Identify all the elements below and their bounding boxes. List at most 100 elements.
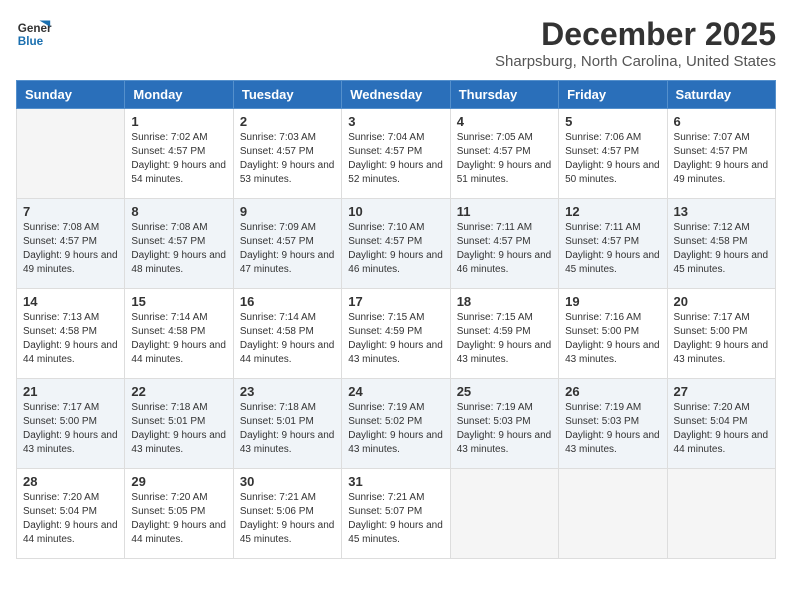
calendar-day-cell: 15 Sunrise: 7:14 AMSunset: 4:58 PMDayligh…	[125, 289, 233, 379]
day-number: 10	[348, 204, 443, 219]
calendar-day-cell: 6 Sunrise: 7:07 AMSunset: 4:57 PMDaylight…	[667, 109, 775, 199]
day-number: 6	[674, 114, 769, 129]
weekday-header: Tuesday	[233, 81, 341, 109]
calendar-day-cell: 24 Sunrise: 7:19 AMSunset: 5:02 PMDayligh…	[342, 379, 450, 469]
day-number: 25	[457, 384, 552, 399]
calendar-day-cell: 22 Sunrise: 7:18 AMSunset: 5:01 PMDayligh…	[125, 379, 233, 469]
logo: General Blue	[16, 16, 52, 52]
day-info: Sunrise: 7:15 AMSunset: 4:59 PMDaylight:…	[457, 311, 552, 367]
calendar-day-cell: 7Sunrise: 7:08 AMSunset: 4:57 PMDaylight…	[17, 199, 125, 289]
day-info: Sunrise: 7:18 AMSunset: 5:01 PMDaylight:…	[131, 401, 226, 457]
calendar-day-cell: 19 Sunrise: 7:16 AMSunset: 5:00 PMDayligh…	[559, 289, 667, 379]
day-number: 19	[565, 294, 660, 309]
day-number: 27	[674, 384, 769, 399]
day-number: 8	[131, 204, 226, 219]
day-number: 30	[240, 474, 335, 489]
weekday-header: Thursday	[450, 81, 558, 109]
calendar-day-cell: 16Sunrise: 7:14 AMSunset: 4:58 PMDayligh…	[233, 289, 341, 379]
calendar-week-row: 28Sunrise: 7:20 AMSunset: 5:04 PMDayligh…	[17, 469, 776, 559]
calendar-day-cell: 31Sunrise: 7:21 AMSunset: 5:07 PMDayligh…	[342, 469, 450, 559]
day-info: Sunrise: 7:16 AMSunset: 5:00 PMDaylight:…	[565, 311, 660, 367]
calendar-day-cell: 5Sunrise: 7:06 AMSunset: 4:57 PMDaylight…	[559, 109, 667, 199]
calendar-day-cell	[559, 469, 667, 559]
calendar-day-cell: 17 Sunrise: 7:15 AMSunset: 4:59 PMDayligh…	[342, 289, 450, 379]
day-number: 20	[674, 294, 769, 309]
calendar-week-row: 14 Sunrise: 7:13 AMSunset: 4:58 PMDayligh…	[17, 289, 776, 379]
calendar-week-row: 7 Sunrise: 7:08 AMSunset: 4:57 PMDaylight…	[17, 199, 776, 289]
logo-icon: General Blue	[16, 16, 52, 52]
location-subtitle: Sharpsburg, North Carolina, United State…	[495, 53, 776, 70]
day-info: Sunrise: 7:20 AMSunset: 5:04 PMDaylight:…	[674, 401, 769, 457]
day-info: Sunrise: 7:05 AMSunset: 4:57 PMDaylight:…	[457, 131, 552, 187]
calendar-day-cell: 8 Sunrise: 7:08 AMSunset: 4:57 PMDaylight…	[125, 199, 233, 289]
calendar-table: SundayMondayTuesdayWednesdayThursdayFrid…	[16, 80, 776, 559]
calendar-day-cell	[450, 469, 558, 559]
svg-text:Blue: Blue	[18, 35, 44, 48]
day-info: Sunrise: 7:19 AMSunset: 5:03 PMDaylight:…	[565, 401, 660, 457]
day-info: Sunrise: 7:07 AMSunset: 4:57 PMDaylight:…	[674, 131, 769, 187]
calendar-week-row: 1 Sunrise: 7:02 AMSunset: 4:57 PMDaylight…	[17, 109, 776, 199]
calendar-day-cell: 4 Sunrise: 7:05 AMSunset: 4:57 PMDaylight…	[450, 109, 558, 199]
calendar-day-cell: 14 Sunrise: 7:13 AMSunset: 4:58 PMDayligh…	[17, 289, 125, 379]
calendar-day-cell: 26 Sunrise: 7:19 AMSunset: 5:03 PMDayligh…	[559, 379, 667, 469]
day-number: 17	[348, 294, 443, 309]
weekday-header: Friday	[559, 81, 667, 109]
day-info: Sunrise: 7:12 AMSunset: 4:58 PMDaylight:…	[674, 221, 769, 277]
day-info: Sunrise: 7:15 AMSunset: 4:59 PMDaylight:…	[348, 311, 443, 367]
day-number: 9	[240, 204, 335, 219]
calendar-day-cell: 25 Sunrise: 7:19 AMSunset: 5:03 PMDayligh…	[450, 379, 558, 469]
calendar-day-cell: 20 Sunrise: 7:17 AMSunset: 5:00 PMDayligh…	[667, 289, 775, 379]
calendar-day-cell: 3 Sunrise: 7:04 AMSunset: 4:57 PMDaylight…	[342, 109, 450, 199]
day-number: 14	[23, 294, 118, 309]
day-number: 26	[565, 384, 660, 399]
day-info: Sunrise: 7:18 AMSunset: 5:01 PMDaylight:…	[240, 401, 335, 457]
weekday-header: Saturday	[667, 81, 775, 109]
day-info: Sunrise: 7:19 AMSunset: 5:02 PMDaylight:…	[348, 401, 443, 457]
day-number: 29	[131, 474, 226, 489]
calendar-day-cell: 23 Sunrise: 7:18 AMSunset: 5:01 PMDayligh…	[233, 379, 341, 469]
day-number: 23	[240, 384, 335, 399]
calendar-day-cell: 2 Sunrise: 7:03 AMSunset: 4:57 PMDaylight…	[233, 109, 341, 199]
day-info: Sunrise: 7:21 AMSunset: 5:06 PMDaylight:…	[240, 491, 335, 547]
day-info: Sunrise: 7:13 AMSunset: 4:58 PMDaylight:…	[23, 311, 118, 367]
page-header: General Blue December 2025 Sharpsburg, N…	[16, 16, 776, 70]
day-number: 16	[240, 294, 335, 309]
day-info: Sunrise: 7:10 AMSunset: 4:57 PMDaylight:…	[348, 221, 443, 277]
day-info: Sunrise: 7:20 AMSunset: 5:05 PMDaylight:…	[131, 491, 226, 547]
day-info: Sunrise: 7:04 AMSunset: 4:57 PMDaylight:…	[348, 131, 443, 187]
calendar-day-cell: 9 Sunrise: 7:09 AMSunset: 4:57 PMDaylight…	[233, 199, 341, 289]
day-info: Sunrise: 7:19 AMSunset: 5:03 PMDaylight:…	[457, 401, 552, 457]
day-number: 2	[240, 114, 335, 129]
day-number: 15	[131, 294, 226, 309]
calendar-day-cell: 27 Sunrise: 7:20 AMSunset: 5:04 PMDayligh…	[667, 379, 775, 469]
day-number: 22	[131, 384, 226, 399]
calendar-day-cell	[667, 469, 775, 559]
day-info: Sunrise: 7:14 AMSunset: 4:58 PMDaylight:…	[131, 311, 226, 367]
day-info: Sunrise: 7:03 AMSunset: 4:57 PMDaylight:…	[240, 131, 335, 187]
calendar-day-cell: 30 Sunrise: 7:21 AMSunset: 5:06 PMDayligh…	[233, 469, 341, 559]
title-block: December 2025 Sharpsburg, North Carolina…	[495, 16, 776, 70]
day-number: 13	[674, 204, 769, 219]
day-number: 1	[131, 114, 226, 129]
calendar-week-row: 21Sunrise: 7:17 AMSunset: 5:00 PMDayligh…	[17, 379, 776, 469]
day-info: Sunrise: 7:21 AMSunset: 5:07 PMDaylight:…	[348, 491, 443, 547]
day-info: Sunrise: 7:11 AMSunset: 4:57 PMDaylight:…	[457, 221, 552, 277]
day-number: 18	[457, 294, 552, 309]
weekday-header: Sunday	[17, 81, 125, 109]
day-info: Sunrise: 7:09 AMSunset: 4:57 PMDaylight:…	[240, 221, 335, 277]
day-number: 4	[457, 114, 552, 129]
calendar-day-cell: 18 Sunrise: 7:15 AMSunset: 4:59 PMDayligh…	[450, 289, 558, 379]
day-info: Sunrise: 7:02 AMSunset: 4:57 PMDaylight:…	[131, 131, 226, 187]
day-number: 24	[348, 384, 443, 399]
day-info: Sunrise: 7:17 AMSunset: 5:00 PMDaylight:…	[674, 311, 769, 367]
day-info: Sunrise: 7:08 AMSunset: 4:57 PMDaylight:…	[131, 221, 226, 277]
day-info: Sunrise: 7:06 AMSunset: 4:57 PMDaylight:…	[565, 131, 660, 187]
day-info: Sunrise: 7:11 AMSunset: 4:57 PMDaylight:…	[565, 221, 660, 277]
day-number: 7	[23, 204, 118, 219]
calendar-day-cell: 1 Sunrise: 7:02 AMSunset: 4:57 PMDaylight…	[125, 109, 233, 199]
month-year-title: December 2025	[495, 16, 776, 53]
weekday-header: Monday	[125, 81, 233, 109]
day-number: 21	[23, 384, 118, 399]
day-number: 3	[348, 114, 443, 129]
calendar-day-cell: 21Sunrise: 7:17 AMSunset: 5:00 PMDayligh…	[17, 379, 125, 469]
